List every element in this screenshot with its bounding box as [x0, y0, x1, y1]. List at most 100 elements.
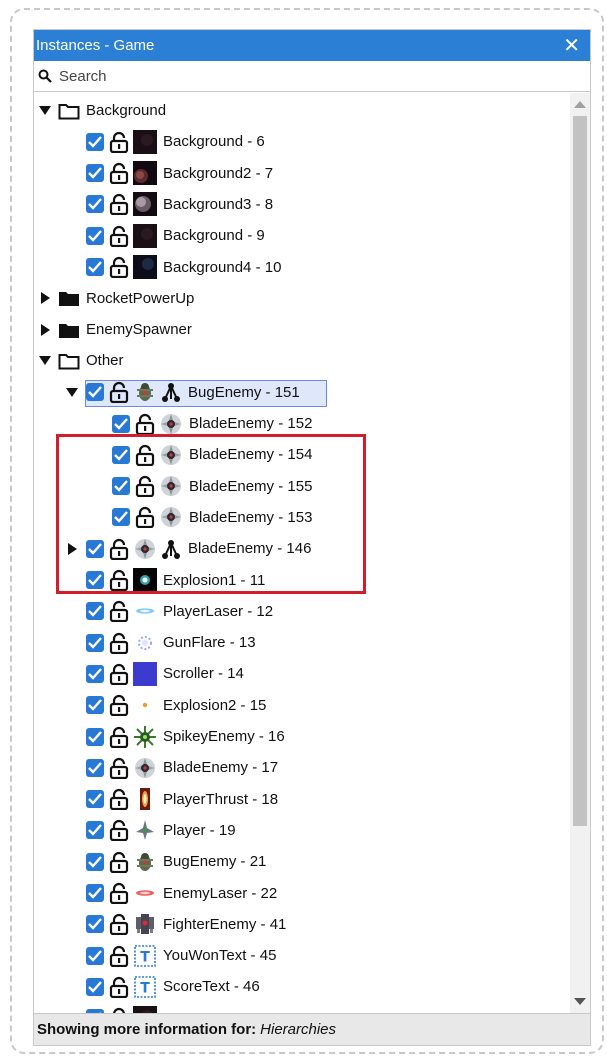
unlock-icon[interactable] [108, 945, 130, 967]
unlock-icon[interactable] [108, 788, 130, 811]
explosion2-thumbnail-icon [142, 702, 148, 708]
tree-item-label: PlayerThrust - 18 [163, 790, 279, 808]
visibility-checkbox[interactable] [86, 195, 104, 214]
tree-item-label: ScoreText - 46 [163, 978, 260, 996]
visibility-checkbox[interactable] [86, 664, 104, 683]
tree-item-label: BugEnemy - 21 [163, 853, 267, 871]
tree-item-label: Background - 9 [163, 227, 265, 245]
unlock-icon[interactable] [108, 663, 130, 685]
unlock-icon[interactable] [108, 600, 130, 623]
unlock-icon[interactable] [108, 976, 130, 998]
vertical-scrollbar[interactable] [570, 93, 590, 1013]
unlock-icon[interactable] [108, 225, 130, 247]
visibility-checkbox[interactable] [86, 977, 104, 996]
tree-instance-row[interactable]: Scroller - 14 [86, 658, 244, 689]
tree-instance-row[interactable]: Player - 19 [86, 815, 236, 846]
tree-instance-row[interactable]: Background - 6 [86, 126, 265, 157]
tree-folder-row[interactable]: RocketPowerUp [38, 283, 194, 314]
tree-folder-row[interactable]: EnemySpawner [38, 314, 192, 345]
visibility-checkbox[interactable] [86, 696, 104, 715]
checkmark-icon [88, 981, 102, 993]
visibility-checkbox[interactable] [86, 884, 104, 902]
title-bar: Instances - Game ✕ [34, 30, 590, 61]
visibility-checkbox[interactable] [86, 633, 104, 652]
collapse-arrow-icon[interactable] [38, 104, 52, 118]
close-icon[interactable]: ✕ [563, 34, 580, 56]
unlock-icon[interactable] [108, 193, 130, 216]
checkmark-icon [88, 855, 102, 868]
visibility-checkbox[interactable] [86, 383, 104, 402]
visibility-checkbox[interactable] [86, 226, 104, 245]
tree-item-label: Background [86, 102, 167, 119]
tree-instance-row[interactable]: BugEnemy - 21 [86, 846, 266, 877]
tree-instance-row[interactable]: Background2 - 7 [86, 158, 273, 189]
unlock-icon[interactable] [134, 413, 156, 435]
gunflare-thumbnail-icon [138, 635, 152, 650]
tree-instance-row[interactable]: EnemyLaser - 22 [86, 878, 277, 909]
unlock-icon[interactable] [108, 256, 130, 278]
scroll-thumb[interactable] [573, 116, 587, 826]
unlock-icon[interactable] [108, 726, 130, 748]
tree-instance-row[interactable]: PlayerThrust - 18 [86, 784, 278, 815]
visibility-checkbox[interactable] [86, 602, 104, 621]
unlock-icon[interactable] [108, 913, 130, 936]
tree-instance-row[interactable]: BladeEnemy - 17 [86, 752, 278, 783]
status-value: Hierarchies [260, 1021, 337, 1038]
unlock-icon[interactable] [108, 757, 130, 779]
tree-instance-row[interactable]: PlayerLaser - 12 [86, 596, 273, 627]
scroll-down-arrow-icon[interactable] [574, 998, 586, 1005]
spikey-thumbnail-icon [134, 725, 156, 748]
visibility-checkbox[interactable] [86, 132, 104, 151]
unlock-icon[interactable] [108, 162, 130, 185]
tree-instance-row[interactable]: Explosion2 - 15 [86, 690, 266, 721]
bg-moon-thumbnail-icon [133, 192, 157, 217]
visibility-checkbox[interactable] [86, 946, 104, 965]
visibility-checkbox[interactable] [112, 414, 130, 433]
scroll-up-arrow-icon[interactable] [574, 101, 586, 108]
expand-arrow-icon[interactable] [38, 323, 52, 337]
unlock-icon[interactable] [108, 882, 130, 904]
tree-instance-row[interactable]: GunFlare - 13 [86, 627, 256, 658]
unlock-icon[interactable] [108, 819, 130, 842]
visibility-checkbox[interactable] [86, 915, 104, 934]
expand-arrow-icon[interactable] [38, 291, 52, 305]
tree-instance-row[interactable]: Background4 - 10 [86, 252, 281, 283]
svg-text:T: T [140, 949, 150, 965]
unlock-icon[interactable] [108, 131, 130, 153]
visibility-checkbox[interactable] [86, 164, 104, 183]
tree-item-label: EnemyLaser - 22 [163, 884, 278, 902]
highlight-annotation-box [56, 434, 366, 594]
visibility-checkbox[interactable] [86, 727, 104, 746]
visibility-checkbox[interactable] [86, 821, 104, 840]
tree-instance-row[interactable]: T ScoreText - 46 [86, 971, 260, 1002]
tree-instance-row[interactable]: T YouWonText - 45 [86, 940, 276, 971]
collapse-arrow-icon[interactable] [65, 385, 79, 399]
checkmark-icon [88, 918, 102, 931]
search-input[interactable] [57, 66, 541, 86]
tree-instance-row[interactable]: SpikeyEnemy - 16 [86, 721, 285, 752]
unlock-icon[interactable] [108, 694, 130, 717]
visibility-checkbox[interactable] [86, 258, 104, 276]
checkmark-icon [88, 887, 102, 899]
tree-instance-row[interactable]: Background3 - 8 [86, 189, 273, 220]
visibility-checkbox[interactable] [86, 852, 104, 871]
tree-folder-row[interactable]: Background [38, 95, 166, 126]
checkmark-icon [114, 417, 128, 430]
visibility-checkbox[interactable] [86, 758, 104, 777]
collapse-arrow-icon[interactable] [38, 354, 52, 368]
unlock-icon[interactable] [108, 851, 130, 873]
unlock-icon[interactable] [108, 632, 130, 654]
checkmark-icon [88, 386, 102, 398]
tree-item-label: PlayerLaser - 12 [163, 602, 274, 620]
tree-instance-row[interactable] [86, 1003, 163, 1013]
text-thumbnail-icon: T [134, 944, 156, 967]
unlock-icon[interactable] [108, 381, 130, 404]
search-icon [38, 69, 52, 83]
tree-instance-row[interactable]: Background - 9 [86, 220, 265, 251]
blade-thumbnail-icon [161, 413, 181, 434]
blade-thumbnail-icon [135, 757, 155, 778]
tree-instance-row[interactable]: BugEnemy - 151 [65, 377, 300, 408]
tree-folder-row[interactable]: Other [38, 345, 124, 376]
tree-instance-row[interactable]: FighterEnemy - 41 [86, 909, 286, 940]
visibility-checkbox[interactable] [86, 790, 104, 809]
